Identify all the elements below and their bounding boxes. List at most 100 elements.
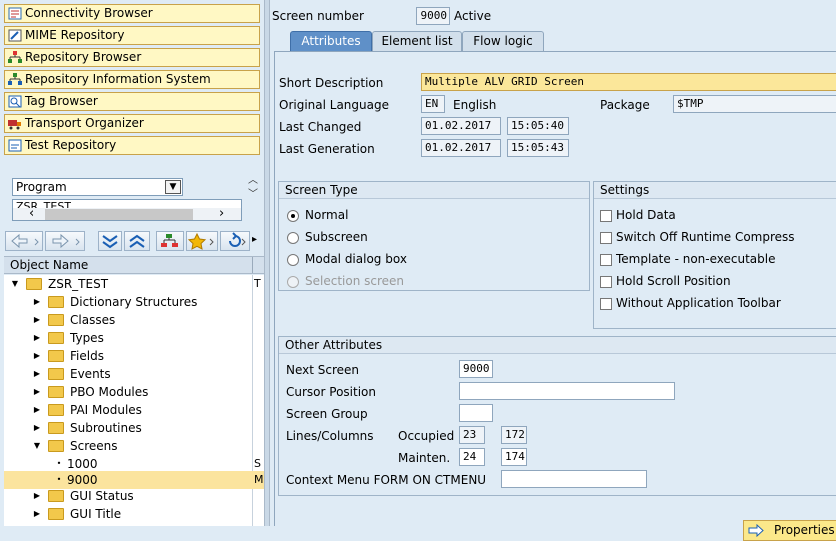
object-name-scrollbar[interactable]: ‹ ›	[13, 206, 241, 220]
tree-node-label: Fields	[70, 349, 104, 363]
checkbox-template[interactable]	[600, 254, 612, 266]
object-name-input[interactable]: ZSR_TEST ‹ ›	[12, 199, 242, 221]
leaf-bullet-icon: •	[56, 475, 62, 484]
lines-columns-label: Lines/Columns	[286, 429, 374, 443]
tab-flow-logic[interactable]: Flow logic	[462, 31, 544, 51]
other-attributes-title: Other Attributes	[279, 337, 836, 354]
tab-attributes[interactable]: Attributes	[290, 31, 372, 51]
radio-selection-screen	[287, 276, 299, 288]
attributes-tab-content: Short Description Multiple ALV GRID Scre…	[274, 51, 836, 541]
collapsed-arrow-icon[interactable]: ▶	[32, 365, 42, 383]
last-changed-time: 15:05:40	[507, 117, 569, 135]
object-name-column-header[interactable]: Object Name	[10, 258, 88, 272]
tree-header: Object Name	[4, 256, 264, 274]
arrow-right-icon	[52, 233, 80, 249]
screen-group-input[interactable]	[459, 404, 493, 422]
nav-label: Tag Browser	[25, 94, 98, 108]
checkbox-without-toolbar-label: Without Application Toolbar	[616, 296, 781, 310]
mainten-label: Mainten.	[398, 451, 451, 465]
refresh-icon	[229, 232, 246, 247]
expand-all-button[interactable]	[98, 231, 122, 251]
tree-node-label: Classes	[70, 313, 116, 327]
refresh-button[interactable]	[220, 231, 250, 251]
tab-element-list[interactable]: Element list	[372, 31, 462, 51]
collapsed-arrow-icon[interactable]: ▶	[32, 419, 42, 437]
occupied-label: Occupied	[398, 429, 455, 443]
collapsed-arrow-icon[interactable]: ▶	[32, 329, 42, 347]
scroll-right-icon[interactable]: ›	[219, 206, 224, 220]
short-description-input[interactable]: Multiple ALV GRID Screen	[421, 73, 836, 91]
mainten-lines-input[interactable]: 24	[459, 448, 485, 466]
scroll-down-icon[interactable]: ﹀	[248, 190, 258, 200]
radio-modal-dialog[interactable]	[287, 254, 299, 266]
scroll-left-icon[interactable]: ‹	[29, 206, 34, 220]
back-button[interactable]	[5, 231, 43, 251]
folder-icon	[48, 386, 64, 398]
forward-button[interactable]	[45, 231, 85, 251]
collapsed-arrow-icon[interactable]: ▶	[32, 311, 42, 329]
repository-icon	[8, 51, 22, 63]
original-language-code: EN	[421, 95, 445, 113]
arrow-left-icon	[11, 233, 39, 249]
checkbox-without-toolbar[interactable]	[600, 298, 612, 310]
transport-organizer-button[interactable]: Transport Organizer	[4, 114, 260, 133]
collapse-up-icon	[129, 234, 145, 248]
context-menu-label: Context Menu FORM ON CTMENU	[286, 473, 487, 487]
next-screen-input[interactable]: 9000	[459, 360, 493, 378]
hierarchy-button[interactable]	[156, 231, 184, 251]
cursor-position-input[interactable]	[459, 382, 675, 400]
collapsed-arrow-icon[interactable]: ▶	[32, 487, 42, 505]
radio-subscreen[interactable]	[287, 232, 299, 244]
test-repository-button[interactable]: Test Repository	[4, 136, 260, 155]
original-language-name: English	[453, 98, 497, 112]
collapsed-arrow-icon[interactable]: ▶	[32, 347, 42, 365]
radio-normal[interactable]	[287, 210, 299, 222]
repository-browser-button[interactable]: Repository Browser	[4, 48, 260, 67]
collapsed-arrow-icon[interactable]: ▶	[32, 401, 42, 419]
package-field: $TMP	[673, 95, 836, 113]
radio-selection-screen-label: Selection screen	[305, 274, 405, 288]
scroll-up-icon[interactable]: ︿	[248, 176, 258, 186]
context-menu-input[interactable]	[501, 470, 647, 488]
nav-label: Repository Information System	[25, 72, 211, 86]
transport-icon	[8, 120, 21, 130]
chevron-down-icon[interactable]: ▼	[165, 180, 181, 194]
folder-icon	[48, 440, 64, 452]
toolbar-more-icon[interactable]: ▸	[252, 234, 257, 245]
folder-icon	[48, 296, 64, 308]
folder-icon	[48, 368, 64, 380]
mime-repository-button[interactable]: MIME Repository	[4, 26, 260, 45]
checkbox-hold-scroll[interactable]	[600, 276, 612, 288]
tree-node-label: Screens	[70, 439, 118, 453]
checkbox-switch-off-runtime[interactable]	[600, 232, 612, 244]
original-language-label: Original Language	[279, 98, 389, 112]
tree-node-label: ZSR_TEST	[48, 277, 109, 291]
collapsed-arrow-icon[interactable]: ▶	[32, 383, 42, 401]
star-icon	[187, 232, 214, 250]
collapse-all-button[interactable]	[124, 231, 150, 251]
repository-information-system-button[interactable]: Repository Information System	[4, 70, 260, 89]
checkbox-switch-off-runtime-label: Switch Off Runtime Compress	[616, 230, 795, 244]
nav-label: MIME Repository	[25, 28, 125, 42]
folder-icon	[48, 314, 64, 326]
checkbox-hold-scroll-label: Hold Scroll Position	[616, 274, 731, 288]
properties-button[interactable]: Properties	[743, 520, 836, 541]
connectivity-browser-button[interactable]: Connectivity Browser	[4, 4, 260, 23]
tag-browser-button[interactable]: Tag Browser	[4, 92, 260, 111]
folder-icon	[48, 508, 64, 520]
favorites-button[interactable]	[186, 231, 218, 251]
checkbox-hold-data[interactable]	[600, 210, 612, 222]
expanded-arrow-icon[interactable]: ▼	[10, 275, 20, 293]
column-separator	[252, 257, 253, 273]
nav-label: Transport Organizer	[25, 116, 144, 130]
mainten-columns-input[interactable]: 174	[501, 448, 527, 466]
object-type-select[interactable]: Program ▼	[12, 178, 183, 196]
expanded-arrow-icon[interactable]: ▼	[32, 437, 42, 455]
radio-normal-label: Normal	[305, 208, 349, 222]
folder-icon	[26, 278, 42, 290]
collapsed-arrow-icon[interactable]: ▶	[32, 293, 42, 311]
settings-title: Settings	[594, 182, 836, 199]
tree-type-cell: T	[254, 277, 261, 290]
collapsed-arrow-icon[interactable]: ▶	[32, 505, 42, 523]
scroll-thumb[interactable]	[45, 209, 193, 220]
